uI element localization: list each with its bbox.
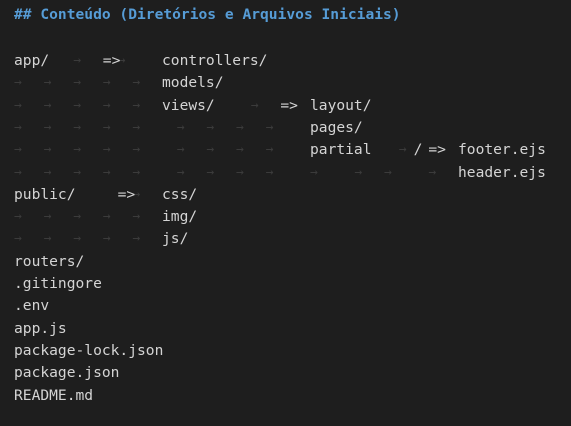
tab-whitespace-marker: → [102,209,111,225]
section-heading: ## Conteúdo (Diretórios e Arquivos Inici… [14,6,401,23]
tab-whitespace-marker: → [73,142,82,158]
tab-whitespace-marker: → [14,142,22,158]
tab-whitespace-marker: → [102,164,111,180]
arrow-token: => [428,141,446,159]
tab-whitespace-marker: → [265,142,274,158]
tab-whitespace-marker: → [176,142,185,158]
tab-whitespace-marker: → [14,97,22,113]
tab-whitespace-marker: → [14,164,22,180]
tab-whitespace-marker: → [132,97,141,113]
tree-entry: js/ [162,230,189,248]
tree-entry: / [413,141,423,159]
tree-entry: views/ [162,96,215,114]
tab-whitespace-marker: → [354,164,363,180]
tab-whitespace-marker: → [398,142,407,158]
tab-whitespace-marker: → [43,231,52,247]
tab-whitespace-marker: → [73,231,82,247]
tree-entry: header.ejs [458,163,546,181]
tree-line: README.md [0,385,571,407]
tree-entry: partial [310,141,372,159]
tree-entry: .gitingore [14,275,102,292]
tree-entry: css/ [162,185,198,203]
tab-whitespace-marker: → [206,164,215,180]
tab-whitespace-marker: → [265,164,274,180]
tab-whitespace-marker: → [265,119,274,135]
tab-whitespace-marker: → [236,119,244,135]
tree-line: → → → → → js/ [0,228,571,250]
tab-whitespace-marker: → [102,75,111,91]
tree-entry: app/ [14,52,50,69]
tab-whitespace-marker: → [250,97,259,113]
tab-whitespace-marker: → [132,209,141,225]
tab-whitespace-marker: → [102,97,111,113]
tab-whitespace-marker: → [384,164,392,180]
tree-entry: img/ [162,208,198,226]
tree-entry: app.js [14,319,67,337]
arrow-token: => [280,96,298,114]
tab-whitespace-marker: → [73,119,82,135]
tab-whitespace-marker: → [132,75,141,91]
tab-whitespace-marker: → [310,164,318,180]
tab-whitespace-marker: → [102,119,111,135]
tree-entry: .env [14,297,50,315]
tree-line: app.js [0,318,571,340]
tab-whitespace-marker: → [132,164,141,180]
tab-whitespace-marker: → [14,209,22,225]
tab-whitespace-marker: → [206,142,215,158]
tab-whitespace-marker: → [206,119,215,135]
tab-whitespace-marker: → [176,164,185,180]
tree-entry: pages/ [310,118,363,136]
tree-line: .gitingore [0,273,571,295]
tab-whitespace-marker: → [236,164,244,180]
tab-whitespace-marker: → [14,75,22,91]
tree-line: .env [0,295,571,317]
tree-line: → → → → → → → → → pages/ [0,117,571,139]
tab-whitespace-marker: → [176,119,185,135]
tab-whitespace-marker: → [43,164,52,180]
tab-whitespace-marker: → [132,142,141,158]
tab-whitespace-marker: → [73,164,82,180]
tab-whitespace-marker: → [73,97,82,113]
tab-whitespace-marker: → [43,142,52,158]
tab-whitespace-marker: → [43,209,52,225]
tab-whitespace-marker: → [236,142,244,158]
tree-line: → → → → → → → → → → partial / => footer.ejs [0,139,571,161]
tree-line: routers/ [0,251,571,273]
tab-whitespace-marker: → [428,164,437,180]
tab-whitespace-marker: → [73,75,82,91]
tab-whitespace-marker: → [14,119,22,135]
tab-whitespace-marker: → [43,119,52,135]
markdown-editor[interactable]: ## Conteúdo (Diretórios e Arquivos Inici… [0,0,571,426]
tree-entry: footer.ejs [458,141,546,159]
tree-line: → → → → → img/ [0,206,571,228]
tree-line: → public/=> css/ [0,184,571,206]
tab-whitespace-marker: → [14,231,22,247]
tab-whitespace-marker: → [102,231,111,247]
tab-whitespace-marker: → [132,119,141,135]
tree-line: → → → → → models/ [0,72,571,94]
tree-entry: package.json [14,364,120,382]
tree-entry: controllers/ [162,52,268,69]
tree-entry: layout/ [310,96,372,114]
tab-whitespace-marker: → [43,75,52,91]
tab-whitespace-marker: → [73,209,82,225]
tree-line: → → → → → → views/ => layout/ [0,95,571,117]
tree-entry: public/ [14,185,76,203]
tree-entry: routers/ [14,252,85,270]
arrow-token: => [102,52,121,69]
arrow-token: => [117,185,136,203]
tree-entry: models/ [162,74,224,92]
tree-line: package-lock.json [0,340,571,362]
tab-whitespace-marker: → [102,142,111,158]
tree-line: → → → → → → → → → → → → → header.ejs [0,162,571,184]
tree-line: package.json [0,362,571,384]
tree-entry: package-lock.json [14,341,164,359]
tree-line: → → app/=> controllers/ [0,50,571,72]
tab-whitespace-marker: → [132,231,141,247]
tab-whitespace-marker: → [73,53,82,68]
tab-whitespace-marker: → [43,97,52,113]
tree-entry: README.md [14,386,94,404]
